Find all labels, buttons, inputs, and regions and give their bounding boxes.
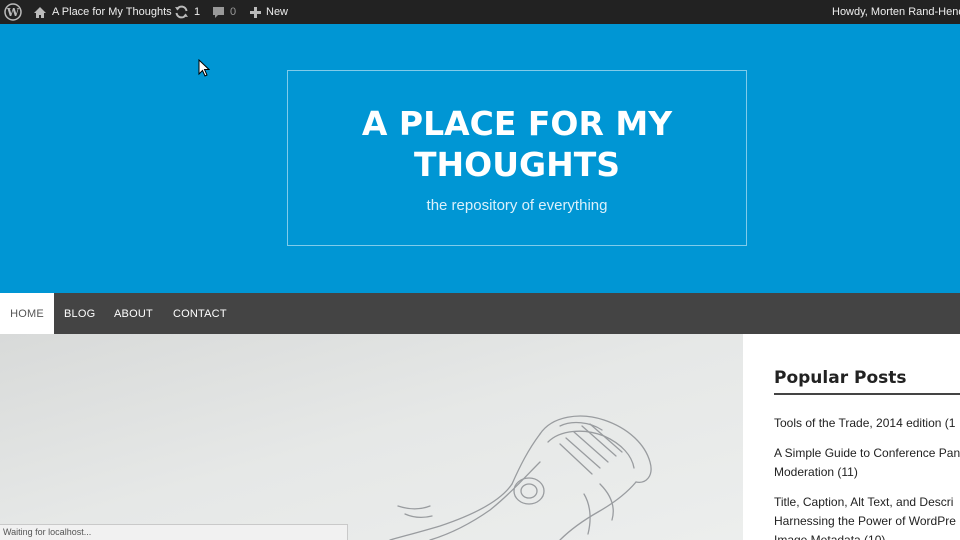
account-menu[interactable]: Howdy, Morten Rand-Hendr [832,0,960,24]
home-icon [33,6,47,19]
comments-link[interactable]: 0 [212,0,236,24]
nav-item-blog[interactable]: BLOG [64,293,95,334]
updates-count: 1 [194,6,201,18]
comment-icon [212,6,225,19]
site-branding: A PLACE FOR MY THOUGHTS the repository o… [287,70,747,246]
site-header: A PLACE FOR MY THOUGHTS the repository o… [0,24,960,293]
featured-image[interactable] [0,334,743,540]
site-title-line-2: THOUGHTS [414,145,620,184]
site-title-line-1: A PLACE FOR MY [361,104,673,143]
popular-post-link[interactable]: A Simple Guide to Conference Pan Moderat… [774,444,960,482]
wordpress-menu[interactable]: W [4,0,22,24]
new-label: New [266,6,289,18]
widget-title-divider [774,393,960,395]
browser-status-bar: Waiting for localhost... [0,524,348,540]
site-name-label: A Place for My Thoughts [52,6,172,18]
site-description: the repository of everything [426,197,608,214]
nav-item-about[interactable]: ABOUT [114,293,153,334]
main-navigation: HOME BLOG ABOUT CONTACT [0,293,960,334]
sidebar: Popular Posts Tools of the Trade, 2014 e… [743,334,960,540]
comments-count: 0 [230,6,237,18]
popular-post-link[interactable]: Title, Caption, Alt Text, and Descri Har… [774,493,960,540]
updates-link[interactable]: 1 [174,0,200,24]
nav-item-contact[interactable]: CONTACT [173,293,227,334]
updates-icon [174,5,189,19]
widget-title: Popular Posts [774,368,907,388]
popular-post-link[interactable]: Tools of the Trade, 2014 edition (1 [774,414,960,433]
new-content-link[interactable]: New [250,0,288,24]
admin-bar: W A Place for My Thoughts 1 0 New Howdy,… [0,0,960,24]
popular-posts-list: Tools of the Trade, 2014 edition (1 A Si… [774,414,960,540]
site-title[interactable]: A PLACE FOR MY THOUGHTS [288,103,746,185]
nav-item-home[interactable]: HOME [0,293,54,334]
svg-text:W: W [6,6,20,19]
pliers-sketch [0,334,743,540]
site-name-link[interactable]: A Place for My Thoughts [33,0,172,24]
mouse-cursor-icon [198,59,210,77]
wordpress-logo-icon: W [4,3,22,21]
plus-icon [250,6,261,18]
howdy-label: Howdy, Morten Rand-Hendr [832,6,960,18]
